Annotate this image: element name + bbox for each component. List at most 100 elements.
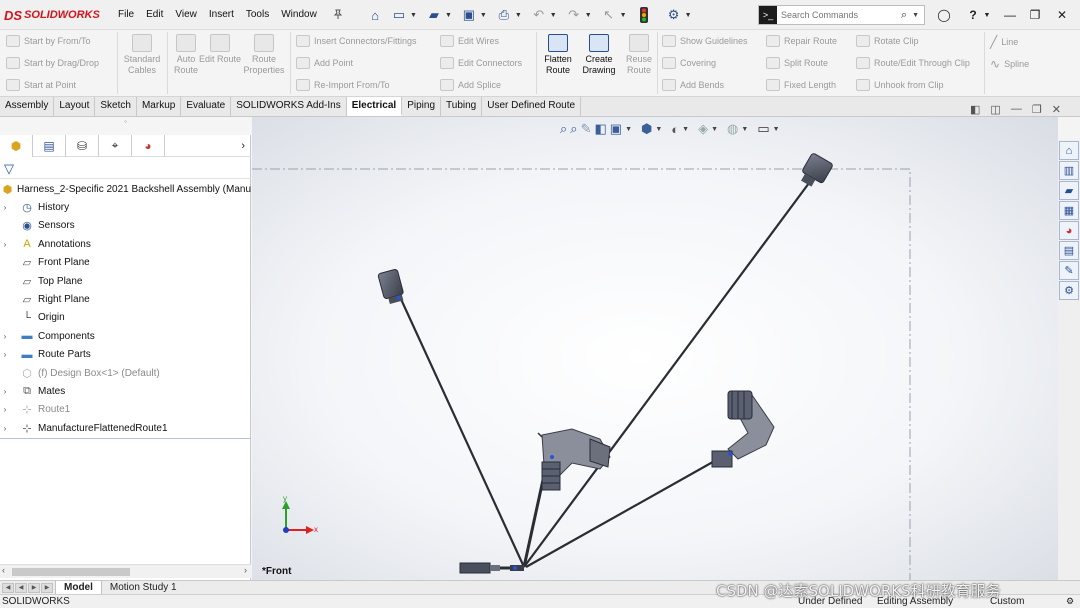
add-ins-icon[interactable]: ⚙: [1059, 281, 1079, 300]
select-icon[interactable]: ↖: [600, 6, 618, 24]
tree-item-right-plane[interactable]: ▱ Right Plane: [0, 290, 251, 308]
menu-file[interactable]: File: [112, 7, 140, 22]
restore-window-button[interactable]: ❐: [1025, 5, 1045, 25]
search-commands[interactable]: >_ ⌕ ▼: [758, 5, 925, 25]
select-dropdown-icon[interactable]: ▼: [620, 12, 627, 19]
tab-user-defined-route[interactable]: User Defined Route: [482, 97, 582, 116]
route-edit-through-clip-button[interactable]: Route/Edit Through Clip: [856, 57, 970, 69]
tree-horizontal-scrollbar[interactable]: ‹ ›: [0, 564, 251, 578]
tree-item-route-parts[interactable]: › ▬ Route Parts: [0, 346, 251, 364]
rebuild-status-icon[interactable]: ⚙: [1066, 596, 1074, 607]
tab-solidworks-add-ins[interactable]: SOLIDWORKS Add-Ins: [231, 97, 347, 116]
tree-item-route1[interactable]: › ⊹ Route1: [0, 401, 251, 419]
file-explorer-icon[interactable]: ▰: [1059, 181, 1079, 200]
print-icon[interactable]: ⎙: [495, 6, 513, 24]
new-dropdown-icon[interactable]: ▼: [410, 12, 417, 19]
property-manager-tab[interactable]: ▤: [33, 134, 66, 157]
first-tab-icon[interactable]: ◀: [2, 582, 14, 593]
rebuild-traffic-light-icon[interactable]: [635, 6, 653, 24]
line-button[interactable]: ╱ Line: [990, 35, 1018, 49]
add-bends-button[interactable]: Add Bends: [662, 79, 724, 91]
expand-arrow-icon[interactable]: ›: [0, 405, 10, 414]
design-library-icon[interactable]: ▥: [1059, 161, 1079, 180]
new-document-icon[interactable]: ▭: [390, 6, 408, 24]
reuse-route-button[interactable]: Reuse Route: [617, 34, 661, 76]
add-point-button[interactable]: Add Point: [296, 57, 353, 69]
tree-item-front-plane[interactable]: ▱ Front Plane: [0, 254, 251, 272]
dimxpert-manager-tab[interactable]: ⌖: [99, 134, 132, 157]
route-wire[interactable]: [523, 178, 813, 568]
menu-edit[interactable]: Edit: [140, 7, 169, 22]
tree-item-design-box[interactable]: ⬡ (f) Design Box<1> (Default): [0, 364, 251, 382]
fixed-length-button[interactable]: Fixed Length: [766, 79, 836, 91]
tree-item-sensors[interactable]: ◉ Sensors: [0, 217, 251, 235]
print-dropdown-icon[interactable]: ▼: [515, 12, 522, 19]
expand-arrow-icon[interactable]: ›: [0, 424, 10, 433]
undo-icon[interactable]: ↶: [530, 6, 548, 24]
tree-item-manufacture-flattened-route1[interactable]: › ⊹ ManufactureFlattenedRoute1: [0, 419, 251, 437]
route-wire[interactable]: [399, 296, 525, 568]
model-canvas[interactable]: x y: [252, 117, 1058, 580]
tree-item-components[interactable]: › ▬ Components: [0, 327, 251, 345]
re-import-from-to-button[interactable]: Re-Import From/To: [296, 79, 390, 91]
tab-layout[interactable]: Layout: [54, 97, 96, 116]
open-dropdown-icon[interactable]: ▼: [445, 12, 452, 19]
add-splice-button[interactable]: Add Splice: [440, 79, 501, 91]
start-at-point-button[interactable]: Start at Point: [6, 79, 76, 91]
search-icon[interactable]: ⌕: [901, 9, 907, 22]
tab-electrical[interactable]: Electrical: [346, 97, 403, 116]
expand-arrow-icon[interactable]: ›: [0, 387, 10, 396]
undo-dropdown-icon[interactable]: ▼: [550, 12, 557, 19]
home-icon[interactable]: ⌂: [366, 6, 384, 24]
tab-sketch[interactable]: Sketch: [95, 97, 137, 116]
flatten-route-button[interactable]: Flatten Route: [536, 34, 580, 76]
document-minimize-button[interactable]: —: [1011, 103, 1022, 116]
menu-tools[interactable]: Tools: [240, 7, 275, 22]
close-window-button[interactable]: ✕: [1052, 5, 1072, 25]
tree-item-origin[interactable]: └ Origin: [0, 309, 251, 327]
scroll-left-icon[interactable]: ‹: [2, 565, 5, 575]
solidworks-forum-icon[interactable]: ✎: [1059, 261, 1079, 280]
covering-button[interactable]: Covering: [662, 57, 716, 69]
connector-top-right[interactable]: [798, 153, 834, 191]
save-icon[interactable]: ▣: [460, 6, 478, 24]
start-by-drag-drop-button[interactable]: Start by Drag/Drop: [6, 57, 99, 69]
custom-properties-icon[interactable]: ▤: [1059, 241, 1079, 260]
appearances-icon[interactable]: ◕: [1059, 221, 1079, 240]
search-commands-input[interactable]: [777, 10, 897, 20]
help-icon[interactable]: ?: [963, 5, 983, 25]
create-drawing-button[interactable]: Create Drawing: [577, 34, 621, 76]
redo-icon[interactable]: ↷: [565, 6, 583, 24]
tab-markup[interactable]: Markup: [137, 97, 182, 116]
menu-view[interactable]: View: [169, 7, 203, 22]
connector-bottom[interactable]: [459, 562, 524, 574]
edit-connectors-button[interactable]: Edit Connectors: [440, 57, 522, 69]
expand-arrow-icon[interactable]: ›: [0, 203, 10, 212]
last-tab-icon[interactable]: ▶: [41, 582, 53, 593]
split-view-icon[interactable]: ◧: [970, 103, 980, 116]
solidworks-logo[interactable]: DS SOLIDWORKS: [4, 7, 100, 23]
start-by-from-to-button[interactable]: Start by From/To: [6, 35, 91, 47]
insert-connectors-button[interactable]: Insert Connectors/Fittings: [296, 35, 417, 47]
repair-route-button[interactable]: Repair Route: [766, 35, 837, 47]
open-folder-icon[interactable]: ▰: [425, 6, 443, 24]
user-account-icon[interactable]: ◯: [934, 5, 954, 25]
tab-model[interactable]: Model: [55, 580, 101, 595]
backshell-connector-right[interactable]: [711, 390, 775, 468]
edit-route-button[interactable]: Edit Route: [198, 34, 242, 65]
next-tab-icon[interactable]: ▶: [28, 582, 40, 593]
backshell-connector-center[interactable]: [537, 428, 611, 491]
standard-cables-button[interactable]: Standard Cables: [120, 34, 164, 76]
document-close-button[interactable]: ✕: [1052, 103, 1061, 116]
unhook-from-clip-button[interactable]: Unhook from Clip: [856, 79, 944, 91]
rotate-clip-button[interactable]: Rotate Clip: [856, 35, 919, 47]
help-dropdown-icon[interactable]: ▼: [982, 5, 992, 25]
tree-item-history[interactable]: › ◷ History: [0, 198, 251, 216]
edit-wires-button[interactable]: Edit Wires: [440, 35, 499, 47]
split-route-button[interactable]: Split Route: [766, 57, 828, 69]
tab-evaluate[interactable]: Evaluate: [181, 97, 232, 116]
expand-arrow-icon[interactable]: ›: [0, 240, 10, 249]
configuration-manager-tab[interactable]: ⛁: [66, 134, 99, 157]
options-dropdown-icon[interactable]: ▼: [685, 12, 692, 19]
pin-menu-icon[interactable]: [333, 9, 343, 19]
